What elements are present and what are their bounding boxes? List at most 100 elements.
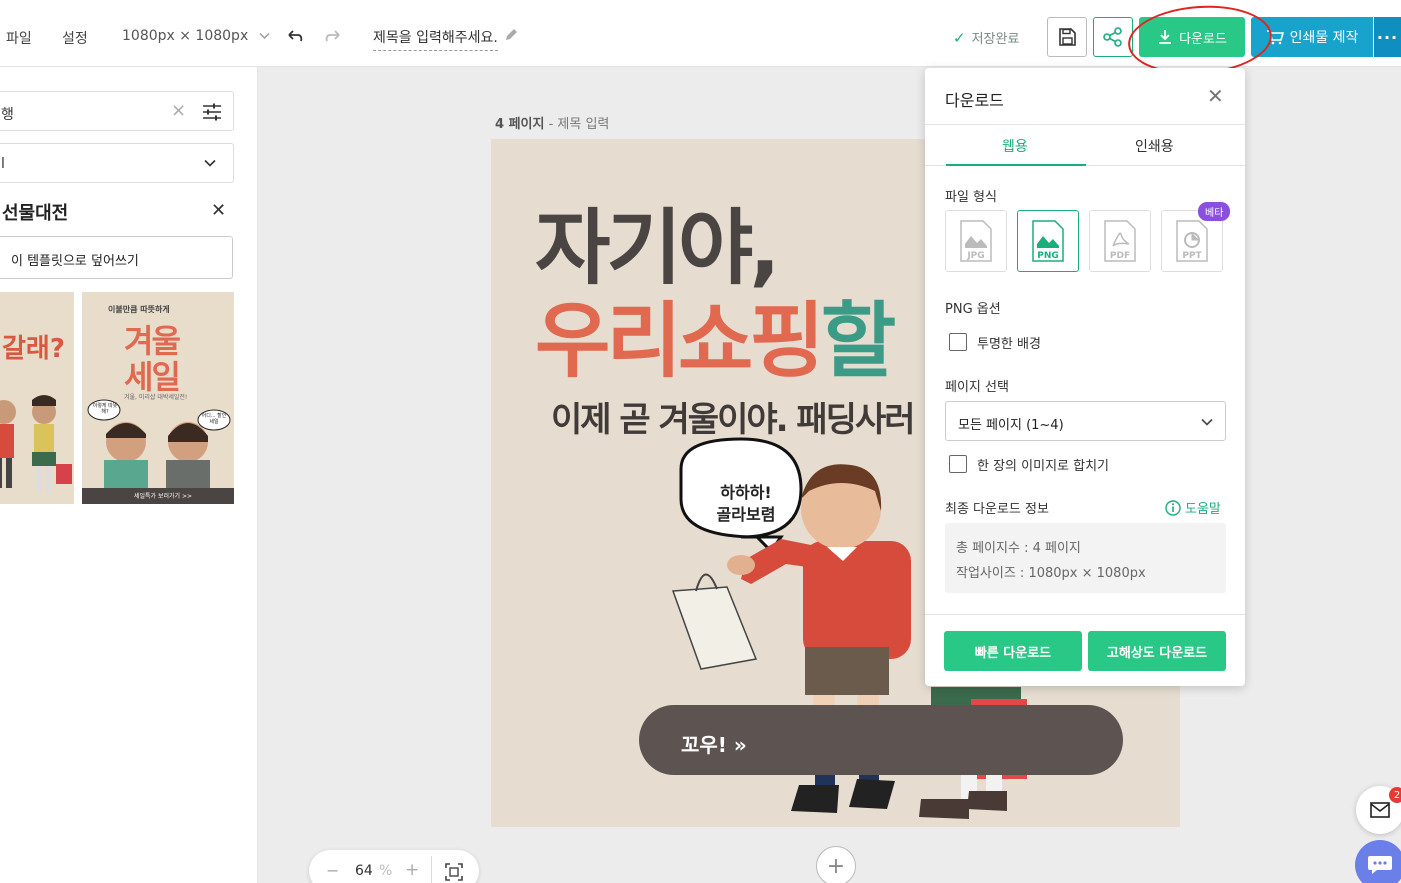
final-info-label: 최종 다운로드 정보 [945, 502, 1049, 517]
format-png-option[interactable]: PNG [1017, 210, 1079, 272]
pdf-file-icon: PDF [1104, 220, 1136, 262]
speech-bubble-text[interactable]: 하하하! 골라보렴 [696, 482, 796, 526]
template-thumbnail[interactable]: 갈래? [0, 292, 74, 504]
info-total-pages: 총 페이지수 : 4 페이지 [956, 541, 1081, 556]
chat-bubble-icon [1368, 856, 1392, 874]
undo-icon[interactable] [284, 26, 306, 48]
menu-settings[interactable]: 설정 [62, 28, 88, 48]
print-order-button[interactable]: 인쇄물 제작 [1251, 17, 1373, 57]
popup-divider [925, 614, 1245, 615]
chevron-down-icon [259, 33, 270, 39]
help-label: 도움말 [1185, 502, 1221, 517]
format-pdf-option[interactable]: PDF [1089, 210, 1151, 272]
chevron-down-icon [204, 159, 216, 167]
canvas-size-selector[interactable]: 1080px × 1080px [122, 28, 270, 44]
png-options-label: PNG 옵션 [945, 302, 1001, 317]
download-tabs: 웹용 인쇄용 [925, 124, 1245, 166]
search-input[interactable]: 행 × [0, 91, 234, 131]
zoom-control: − 64 % + [309, 850, 479, 883]
page-select-dropdown[interactable]: 모든 페이지 (1~4) [945, 401, 1226, 441]
cta-text[interactable]: 꼬우! » [681, 729, 747, 758]
tab-web[interactable]: 웹용 [1002, 136, 1028, 156]
zoom-out-button[interactable]: − [326, 861, 339, 880]
png-file-icon: PNG [1032, 220, 1064, 262]
print-order-label: 인쇄물 제작 [1289, 30, 1359, 46]
thumb-cta: 세일특가 보러가기 >> [134, 493, 193, 500]
page-select-label: 페이지 선택 [945, 380, 1009, 395]
download-popup: 다운로드 ✕ 웹용 인쇄용 파일 형식 JPG PNG PDF PPT 베타 P… [925, 68, 1245, 686]
download-button-label: 다운로드 [1179, 31, 1227, 47]
info-work-size: 작업사이즈 : 1080px × 1080px [956, 566, 1146, 581]
format-jpg-label: JPG [966, 251, 984, 261]
download-info-box: 총 페이지수 : 4 페이지 작업사이즈 : 1080px × 1080px [945, 523, 1226, 593]
hires-download-button[interactable]: 고해상도 다운로드 [1088, 631, 1226, 671]
template-title: 선물대전 [2, 203, 69, 224]
jpg-file-icon: JPG [960, 220, 992, 262]
thumb-bubble-2: 어디... 할인 세일 [201, 413, 227, 425]
chevron-down-icon [1201, 418, 1213, 426]
page-title-input[interactable]: - 제목 입력 [549, 117, 610, 132]
thumb-bubble: 이렇게 따뜻해? [92, 403, 118, 415]
clear-icon[interactable]: × [171, 100, 186, 121]
file-format-label: 파일 형식 [945, 190, 997, 205]
active-tab-indicator [946, 164, 1086, 166]
beta-badge: 베타 [1198, 202, 1231, 221]
save-status-label: 저장완료 [971, 32, 1020, 47]
menu-file[interactable]: 파일 [6, 28, 32, 48]
top-toolbar: 파일 설정 1080px × 1080px 제목을 입력해주세요. ✓ 저장완료 … [0, 0, 1401, 67]
merge-images-label: 한 장의 이미지로 합치기 [977, 459, 1109, 474]
zoom-divider [431, 856, 432, 883]
add-page-button[interactable]: + [816, 846, 856, 883]
filter-icon[interactable] [201, 101, 223, 123]
share-icon [1103, 27, 1122, 47]
redo-icon[interactable] [322, 26, 344, 48]
template-thumbnail[interactable]: 이불만큼 따뜻하게 겨울 세일 겨울, 미리샵 대박세일전! 이렇게 따뜻해? … [82, 292, 234, 504]
left-panel: 행 × l 선물대전 ✕ 이 템플릿으로 덮어쓰기 갈래? 이불만큼 따뜻하게 … [0, 67, 258, 883]
pencil-icon[interactable] [503, 27, 519, 43]
canvas-size-label: 1080px × 1080px [122, 28, 249, 44]
close-icon[interactable]: ✕ [1207, 84, 1224, 108]
quick-download-button[interactable]: 빠른 다운로드 [944, 631, 1082, 671]
format-png-label: PNG [1037, 251, 1059, 261]
mail-icon [1370, 802, 1390, 818]
help-link[interactable]: 도움말 [1165, 498, 1221, 517]
thumb-illustration [82, 399, 234, 504]
share-button[interactable] [1093, 17, 1133, 57]
zoom-unit: % [379, 863, 393, 879]
info-icon [1165, 500, 1181, 516]
format-pdf-label: PDF [1110, 251, 1130, 261]
category-value: l [1, 156, 5, 172]
thumb-illustration [0, 395, 72, 492]
page-label: 4 페이지 - 제목 입력 [495, 113, 609, 132]
floppy-disk-icon [1059, 28, 1076, 46]
fit-screen-icon[interactable] [445, 863, 463, 881]
download-icon [1159, 30, 1172, 44]
format-jpg-option[interactable]: JPG [945, 210, 1007, 272]
more-options-button[interactable]: ··· [1374, 17, 1401, 57]
bubble-line-2: 골라보렴 [716, 505, 776, 524]
check-icon: ✓ [953, 29, 966, 47]
category-dropdown[interactable]: l [0, 143, 234, 183]
zoom-in-button[interactable]: + [405, 860, 419, 880]
merge-images-checkbox[interactable] [949, 455, 967, 473]
transparent-bg-checkbox[interactable] [949, 333, 967, 351]
overwrite-template-button[interactable]: 이 템플릿으로 덮어쓰기 [0, 236, 233, 279]
format-ppt-label: PPT [1182, 251, 1202, 261]
popup-title: 다운로드 [945, 91, 1004, 110]
chat-button[interactable] [1355, 840, 1401, 883]
search-value: 행 [1, 107, 14, 123]
notification-badge: 2 [1389, 787, 1401, 803]
save-button[interactable] [1047, 17, 1087, 57]
zoom-value[interactable]: 64 [355, 863, 373, 879]
page-select-value: 모든 페이지 (1~4) [958, 418, 1064, 433]
transparent-bg-label: 투명한 배경 [977, 337, 1041, 352]
title-input[interactable]: 제목을 입력해주세요. [373, 27, 498, 51]
ppt-file-icon: PPT [1176, 220, 1208, 262]
save-status: ✓ 저장완료 [953, 28, 1019, 47]
page-number: 4 페이지 [495, 117, 545, 132]
close-icon[interactable]: ✕ [211, 200, 226, 221]
cart-icon [1266, 30, 1284, 45]
download-button[interactable]: 다운로드 [1139, 17, 1245, 57]
bubble-line-1: 하하하! [720, 483, 772, 502]
tab-print[interactable]: 인쇄용 [1135, 136, 1174, 156]
